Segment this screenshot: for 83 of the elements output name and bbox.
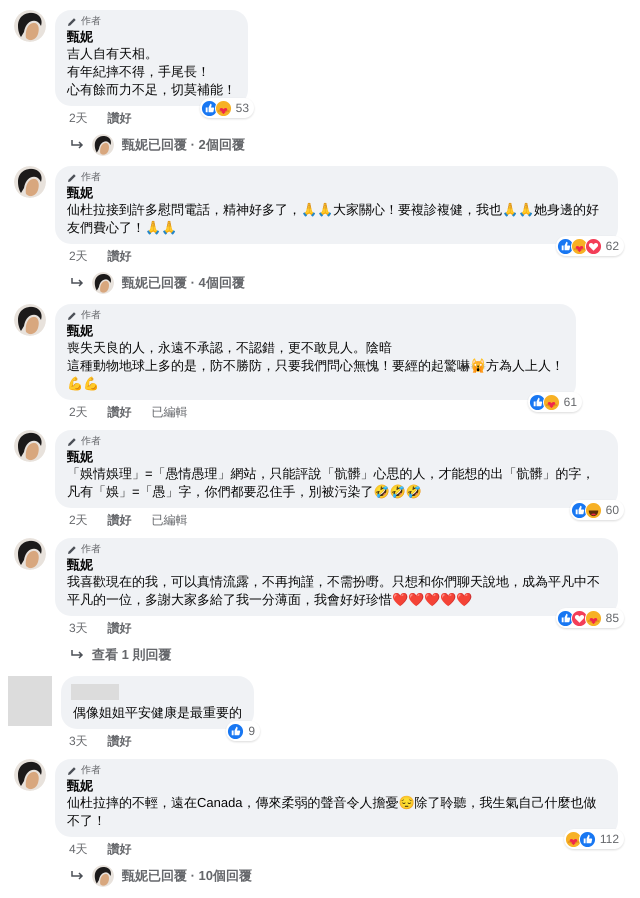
author-label: 作者 [81,16,101,28]
avatar-icon[interactable] [92,134,114,156]
commenter-name[interactable]: 甄妮 [67,449,93,465]
comment-text: 喪失天良的人，永遠不承認，不認錯，更不敢見人。陰暗 [67,339,393,357]
reply-arrow-icon [70,870,84,882]
avatar-icon[interactable] [14,166,46,198]
reaction-count: 62 [606,238,619,255]
comment-text: 💪💪 [67,375,100,393]
avatar-icon[interactable] [14,759,46,791]
reaction-summary[interactable]: 53 [200,98,254,118]
replies-link[interactable]: 查看 1 則回覆 [92,644,172,666]
avatar-icon[interactable] [14,538,46,570]
like-icon [578,830,596,848]
blurred-name [71,684,119,700]
comment-time: 2天 [69,512,88,528]
author-label: 作者 [81,544,101,556]
reply-arrow-icon [70,277,84,289]
comment-text: 吉人自有天相。 [67,45,159,63]
comment-time: 3天 [69,733,88,749]
replies-link[interactable]: 甄妮已回覆 · 10個回覆 [122,865,252,887]
reaction-summary[interactable]: 9 [226,721,260,741]
comment-text: 這種動物地球上多的是，防不勝防，只要我們問心無愧！要經的起驚嚇🙀方為人上人！ [67,357,564,375]
pencil-icon [67,766,77,776]
comment-text: 我喜歡現在的我，可以真情流露，不再拘謹，不需扮嘢。只想和你們聊天說地，成為平凡中不平凡的一位，多謝大家多給了我一分薄面，我會好好珍惜❤❤❤❤❤ [67,573,601,609]
commenter-name[interactable]: 甄妮 [67,778,93,794]
reply-arrow-icon [70,649,84,661]
like-link[interactable]: 讚好 [108,512,132,528]
comment-time: 4天 [69,841,88,857]
author-label: 作者 [81,172,101,184]
commenter-name[interactable]: 甄妮 [67,185,93,201]
hug-emoji-icon [542,394,560,410]
avatar-icon[interactable] [14,10,46,42]
like-link[interactable]: 讚好 [108,404,132,420]
commenter-name[interactable]: 甄妮 [67,29,93,45]
pencil-icon [67,173,77,183]
replies-link[interactable]: 甄妮已回覆 · 4個回覆 [122,272,245,294]
comment-time: 2天 [69,404,88,420]
like-link[interactable]: 讚好 [108,841,132,857]
avatar-icon[interactable] [92,272,114,294]
reaction-summary[interactable]: 112 [564,829,624,849]
reaction-count: 61 [564,394,577,411]
laughing-emoji-icon [584,502,602,518]
reaction-count: 85 [606,610,619,627]
reaction-count: 9 [248,723,255,740]
reaction-count: 112 [600,831,619,848]
comment-time: 3天 [69,620,88,636]
commenter-name[interactable]: 甄妮 [67,557,93,573]
comment-text: 仙杜拉摔的不輕，遠在Canada，傳來柔弱的聲音令人擔憂😔除了聆聽，我生氣自己什麼也做不了！ [67,794,598,830]
reaction-count: 53 [236,100,249,117]
avatar-icon[interactable] [92,865,114,887]
reply-arrow-icon [70,139,84,151]
pencil-icon [67,437,77,447]
like-link[interactable]: 讚好 [108,620,132,636]
like-link[interactable]: 讚好 [108,110,132,126]
comment-text: 有年紀摔不得，手尾長！ [67,63,211,81]
hug-emoji-icon [214,100,232,116]
replies-link[interactable]: 甄妮已回覆 · 2個回覆 [122,134,245,156]
like-link[interactable]: 讚好 [108,733,132,749]
avatar-icon[interactable] [14,430,46,462]
author-label: 作者 [81,765,101,777]
comment-time: 2天 [69,110,88,126]
comment-text: 偶像姐姐平安健康是最重要的 [73,704,242,722]
like-icon [227,722,244,740]
avatar-icon[interactable] [14,304,46,336]
edited-label: 已編輯 [152,404,188,420]
comment-text: 「娛情娛理」=「愚情愚理」網站，只能評說「骯髒」心思的人，才能想的出「骯髒」的字，凡有「娛」=「愚」字，你們都要忍住手，別被污染了🤣🤣🤣 [67,465,596,501]
author-label: 作者 [81,310,101,322]
pencil-icon [67,17,77,27]
author-label: 作者 [81,436,101,448]
pencil-icon [67,311,77,321]
reaction-count: 60 [606,502,619,519]
comment-text: 仙杜拉接到許多慰問電話，精神好多了，🙏🙏大家關心！要複診複健，我也🙏🙏她身邊的好友們費心了！🙏🙏 [67,201,600,237]
reaction-summary[interactable]: 61 [528,392,582,412]
comment-time: 2天 [69,248,88,264]
pencil-icon [67,545,77,555]
commenter-name[interactable]: 甄妮 [67,323,93,339]
edited-label: 已編輯 [152,512,188,528]
reaction-summary[interactable]: 62 [556,236,624,256]
reaction-summary[interactable]: 85 [556,608,624,628]
reaction-summary[interactable]: 60 [570,500,624,520]
like-link[interactable]: 讚好 [108,248,132,264]
comment-text: 心有餘而力不足，切莫補能！ [67,81,236,99]
hug-emoji-icon [584,610,602,626]
